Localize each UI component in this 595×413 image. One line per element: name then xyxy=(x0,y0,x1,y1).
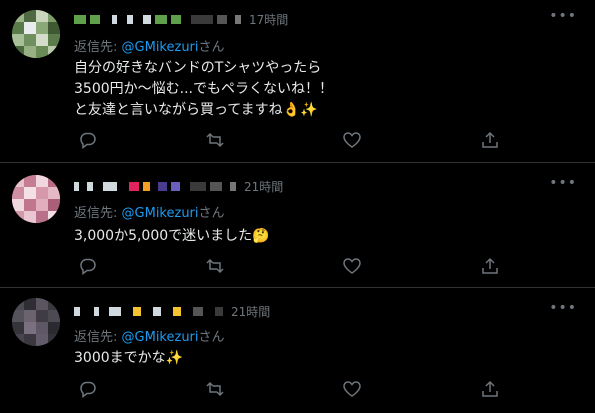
tweet[interactable]: 21時間 ••• 返信先: @GMikezuriさん 3000までかな✨ xyxy=(0,288,595,413)
avatar[interactable] xyxy=(12,298,60,346)
share-icon[interactable] xyxy=(480,131,500,149)
tweet-actions xyxy=(74,257,574,275)
like-icon[interactable] xyxy=(342,131,362,149)
reply-suffix: さん xyxy=(198,330,225,345)
share-icon[interactable] xyxy=(480,257,500,275)
display-name-redacted[interactable]: 17時間 xyxy=(74,10,288,28)
like-icon[interactable] xyxy=(342,257,362,275)
more-icon[interactable]: ••• xyxy=(549,8,577,24)
tweet-text-line: 3500円か〜悩む...でもペラくないね！！ xyxy=(74,81,333,97)
reply-icon[interactable] xyxy=(78,257,98,275)
reply-to-line: 返信先: @GMikezuriさん xyxy=(74,202,225,221)
display-name-redacted[interactable]: 21時間 xyxy=(74,302,270,320)
tweet-text-line: 3000までかな✨ xyxy=(74,350,184,366)
like-icon[interactable] xyxy=(342,380,362,398)
retweet-icon[interactable] xyxy=(205,257,225,275)
tweet-text: 3,000か5,000で迷いました🤔 xyxy=(74,226,270,247)
avatar[interactable] xyxy=(12,175,60,223)
reply-to-line: 返信先: @GMikezuriさん xyxy=(74,326,225,345)
retweet-icon[interactable] xyxy=(205,380,225,398)
tweet-timestamp[interactable]: 21時間 xyxy=(244,178,283,195)
tweet-actions xyxy=(74,380,574,398)
tweet-timestamp[interactable]: 21時間 xyxy=(231,303,270,320)
tweet-timestamp[interactable]: 17時間 xyxy=(249,11,288,28)
reply-mention-link[interactable]: @GMikezuri xyxy=(122,40,199,55)
tweet-actions xyxy=(74,131,574,149)
reply-prefix: 返信先: xyxy=(74,206,118,221)
reply-mention-link[interactable]: @GMikezuri xyxy=(122,330,199,345)
reply-prefix: 返信先: xyxy=(74,40,118,55)
reply-icon[interactable] xyxy=(78,380,98,398)
tweet-text: 自分の好きなバンドのTシャツやったら 3500円か〜悩む...でもペラくないね！… xyxy=(74,58,333,121)
tweet[interactable]: 21時間 ••• 返信先: @GMikezuriさん 3,000か5,000で迷… xyxy=(0,163,595,287)
more-icon[interactable]: ••• xyxy=(549,300,577,316)
tweet-text-line: 自分の好きなバンドのTシャツやったら xyxy=(74,60,322,76)
reply-prefix: 返信先: xyxy=(74,330,118,345)
reply-icon[interactable] xyxy=(78,131,98,149)
retweet-icon[interactable] xyxy=(205,131,225,149)
more-icon[interactable]: ••• xyxy=(549,175,577,191)
reply-suffix: さん xyxy=(198,206,225,221)
tweet[interactable]: 17時間 ••• 返信先: @GMikezuriさん 自分の好きなバンドのTシャ… xyxy=(0,0,595,162)
reply-to-line: 返信先: @GMikezuriさん xyxy=(74,36,225,55)
reply-suffix: さん xyxy=(198,40,225,55)
tweet-text: 3000までかな✨ xyxy=(74,348,183,369)
display-name-redacted[interactable]: 21時間 xyxy=(74,177,283,195)
share-icon[interactable] xyxy=(480,380,500,398)
tweet-text-line: 3,000か5,000で迷いました🤔 xyxy=(74,228,270,244)
tweet-text-line: と友達と言いながら買ってますね👌✨ xyxy=(74,102,318,118)
avatar[interactable] xyxy=(12,10,60,58)
reply-mention-link[interactable]: @GMikezuri xyxy=(122,206,199,221)
